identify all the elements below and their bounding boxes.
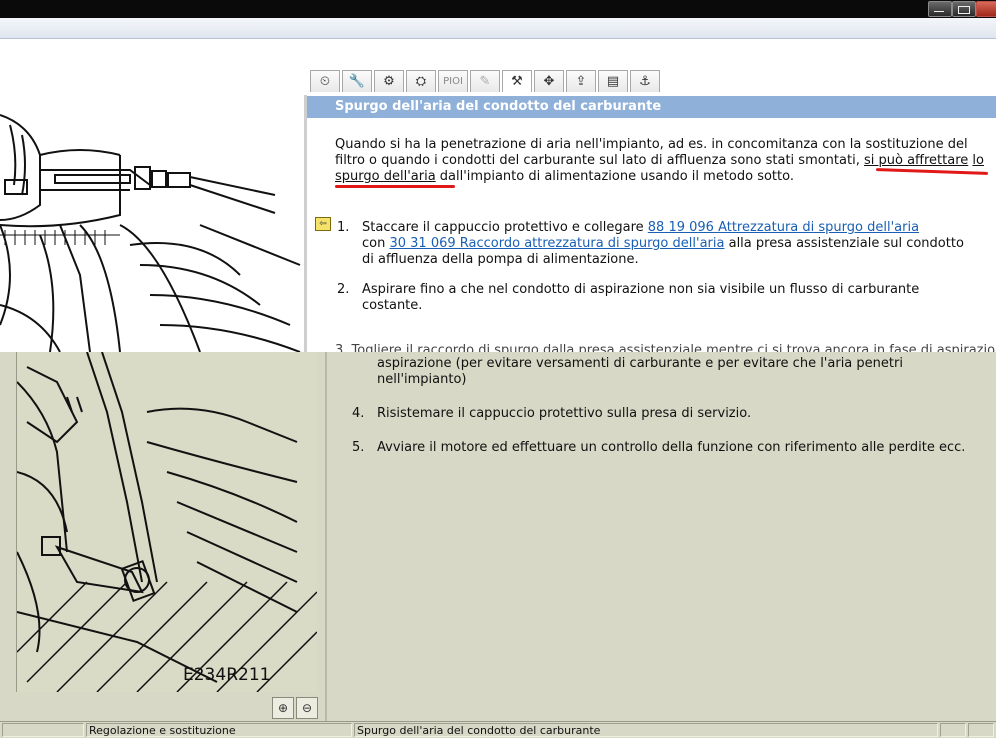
step-number: 1. bbox=[337, 220, 350, 235]
fuel-line-drawing bbox=[17, 352, 317, 692]
step-number: 3. bbox=[335, 343, 348, 352]
procedure-panel: Spurgo dell'aria del condotto del carbur… bbox=[307, 95, 996, 352]
step-text: Staccare il cappuccio protettivo e colle… bbox=[362, 220, 977, 268]
tab-wrench[interactable]: 🔧 bbox=[342, 70, 372, 92]
hook-icon: ⚓ bbox=[639, 74, 651, 89]
gauge-icon: ⏲ bbox=[319, 74, 331, 89]
illustration-panel bbox=[0, 95, 307, 352]
intro-text-c: dall'impianto di alimentazione usando il… bbox=[435, 169, 794, 184]
list-item: aspirazione (per evitare versamenti di c… bbox=[352, 356, 972, 388]
intro-underlined-a: si può affrettare bbox=[863, 153, 969, 168]
pioi-label: PIOI bbox=[443, 76, 463, 87]
zoom-in-button[interactable]: ⊕ bbox=[272, 697, 294, 719]
status-cell-procedure: Spurgo dell'aria del condotto del carbur… bbox=[354, 723, 938, 737]
zoom-out-button[interactable]: ⊖ bbox=[296, 697, 318, 719]
menu-band bbox=[0, 18, 996, 39]
step-text: Risistemare il cappuccio protettivo sull… bbox=[377, 406, 752, 421]
minimize-icon bbox=[934, 11, 944, 12]
fuel-line-illustration bbox=[16, 352, 317, 692]
step-text-b: con bbox=[362, 236, 390, 251]
status-cell-left bbox=[2, 723, 84, 737]
steps-list-upper: 1. Staccare il cappuccio protettivo e co… bbox=[337, 220, 977, 328]
list-item: 5. Avviare il motore ed effettuare un co… bbox=[352, 440, 972, 456]
step-3-overflow: 3. Togliere il raccordo di spurgo dalla … bbox=[335, 343, 995, 352]
zoom-in-icon: ⊕ bbox=[277, 701, 289, 715]
tab-engine[interactable]: ⛭ bbox=[406, 70, 436, 92]
step-text-a: Staccare il cappuccio protettivo e colle… bbox=[362, 220, 648, 235]
step-number: 2. bbox=[337, 282, 350, 297]
window-titlebar bbox=[0, 0, 996, 18]
intro-paragraph: Quando si ha la penetrazione di aria nel… bbox=[335, 137, 991, 185]
document-icon: ▤ bbox=[606, 74, 620, 89]
steps-list-lower: aspirazione (per evitare versamenti di c… bbox=[352, 356, 972, 470]
step-text: Aspirare fino a che nel condotto di aspi… bbox=[362, 282, 920, 313]
tab-gauge[interactable]: ⏲ bbox=[310, 70, 340, 92]
tab-hook[interactable]: ⚓ bbox=[630, 70, 660, 92]
section-title: Spurgo dell'aria del condotto del carbur… bbox=[307, 96, 996, 118]
tab-pencil[interactable]: ✎ bbox=[470, 70, 500, 92]
step-text: aspirazione (per evitare versamenti di c… bbox=[377, 356, 903, 387]
gears-icon: ⚙ bbox=[383, 74, 395, 89]
tab-document[interactable]: ▤ bbox=[598, 70, 628, 92]
engine-icon: ⛭ bbox=[415, 74, 427, 89]
maximize-icon bbox=[958, 6, 970, 14]
step-pointer-icon[interactable]: ⇦ bbox=[315, 217, 331, 231]
status-cell-extra-1 bbox=[940, 723, 966, 737]
toolbar-tabs: ⏲ 🔧 ⚙ ⛭ PIOI ✎ ⚒ ✥ ⇪ ▤ ⚓ bbox=[310, 70, 662, 92]
list-item: 1. Staccare il cappuccio protettivo e co… bbox=[337, 220, 977, 268]
pencil-icon: ✎ bbox=[479, 74, 491, 89]
minimize-button[interactable] bbox=[928, 1, 952, 17]
tool-link-30-31-069[interactable]: 30 31 069 Raccordo attrezzatura di spurg… bbox=[389, 236, 724, 251]
tab-move[interactable]: ✥ bbox=[534, 70, 564, 92]
tab-tools[interactable]: ⚒ bbox=[502, 70, 532, 92]
wrench-icon: 🔧 bbox=[348, 74, 366, 89]
zoom-out-icon: ⊖ bbox=[301, 701, 313, 715]
step-text: Togliere il raccordo di spurgo dalla pre… bbox=[351, 343, 995, 352]
step-number: 5. bbox=[352, 440, 365, 455]
tab-gears[interactable]: ⚙ bbox=[374, 70, 404, 92]
maximize-button[interactable] bbox=[952, 1, 976, 17]
fuel-filter-illustration bbox=[0, 114, 301, 352]
close-button[interactable] bbox=[976, 1, 996, 17]
step-number: 4. bbox=[352, 406, 365, 421]
tool-link-88-19-096[interactable]: 88 19 096 Attrezzatura di spurgo dell'ar… bbox=[648, 220, 919, 235]
status-bar: Regolazione e sostituzione Spurgo dell'a… bbox=[0, 721, 996, 738]
status-cell-extra-2 bbox=[968, 723, 994, 737]
move-icon: ✥ bbox=[543, 74, 555, 89]
list-item: 2. Aspirare fino a che nel condotto di a… bbox=[337, 282, 977, 314]
status-cell-category: Regolazione e sostituzione bbox=[86, 723, 352, 737]
annotation-underline-2 bbox=[335, 185, 455, 188]
image-caption: E234R211 bbox=[183, 665, 271, 685]
tools-icon: ⚒ bbox=[511, 74, 523, 89]
list-item: 4. Risistemare il cappuccio protettivo s… bbox=[352, 406, 972, 422]
tab-pioi[interactable]: PIOI bbox=[438, 70, 468, 92]
tab-lift[interactable]: ⇪ bbox=[566, 70, 596, 92]
step-text: Avviare il motore ed effettuare un contr… bbox=[377, 440, 966, 455]
lift-icon: ⇪ bbox=[575, 74, 587, 89]
